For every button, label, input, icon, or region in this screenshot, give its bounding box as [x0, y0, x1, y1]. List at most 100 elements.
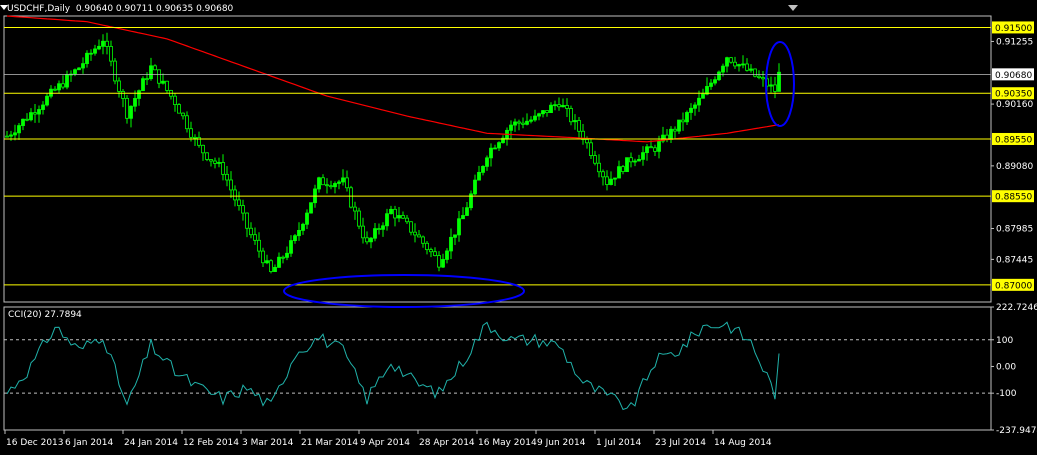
- candle-body: [85, 52, 89, 65]
- candle-body: [257, 239, 261, 252]
- candle-body: [509, 124, 513, 131]
- candle-body: [761, 77, 765, 80]
- candle-body: [321, 177, 325, 186]
- candle-body: [57, 83, 61, 91]
- candle-body: [93, 48, 97, 54]
- candle-body: [433, 251, 437, 256]
- cci-axis-label: -237.9474: [996, 426, 1037, 436]
- time-axis-label: 21 Mar 2014: [301, 438, 358, 448]
- candle-body: [401, 215, 405, 219]
- time-axis-label: 28 Apr 2014: [419, 438, 475, 448]
- candle-body: [233, 189, 237, 201]
- candle-body: [457, 218, 461, 236]
- candle-body: [237, 199, 241, 207]
- candle-body: [397, 215, 401, 219]
- main-chart-frame: [3, 15, 992, 303]
- candle-body: [149, 65, 153, 80]
- candle-body: [689, 107, 693, 113]
- time-axis-label: 1 Jul 2014: [596, 438, 641, 448]
- candle-body: [41, 104, 45, 110]
- candle-body: [345, 177, 349, 189]
- candle-body: [113, 60, 117, 82]
- candle-body: [365, 237, 369, 243]
- candle-body: [673, 128, 677, 132]
- candle-body: [681, 119, 685, 123]
- candle-body: [337, 181, 341, 184]
- candle-body: [209, 159, 213, 162]
- candle-body: [461, 215, 465, 220]
- candle-body: [421, 236, 425, 244]
- time-axis-label: 6 Jan 2014: [65, 438, 113, 448]
- candle-body: [357, 210, 361, 227]
- candle-body: [301, 223, 305, 231]
- candle-body: [13, 132, 17, 136]
- time-axis-label: 3 Mar 2014: [242, 438, 294, 448]
- candle-body: [529, 119, 533, 122]
- candle-body: [697, 97, 701, 106]
- price-axis-label: 0.87985: [996, 224, 1033, 234]
- candle-body: [717, 71, 721, 81]
- candle-body: [405, 217, 409, 223]
- candle-body: [545, 110, 549, 114]
- candle-body: [221, 162, 225, 175]
- candle-body: [441, 259, 445, 268]
- candle-body: [629, 157, 633, 163]
- candle-body: [413, 231, 417, 236]
- candle-body: [429, 249, 433, 253]
- candle-body: [605, 176, 609, 185]
- candle-body: [573, 120, 577, 123]
- candle-body: [733, 61, 737, 67]
- candle-body: [753, 68, 757, 77]
- candle-body: [361, 225, 365, 239]
- candle-body: [369, 237, 373, 243]
- candle-body: [769, 84, 773, 87]
- candle-body: [425, 242, 429, 251]
- candle-body: [53, 88, 57, 91]
- candle-body: [637, 158, 641, 162]
- candle-body: [137, 90, 141, 99]
- candle-body: [553, 104, 557, 107]
- cci-axis-label: 100: [996, 336, 1013, 346]
- candle-body: [109, 46, 113, 62]
- candle-body: [229, 179, 233, 191]
- candle-body: [21, 118, 25, 126]
- candle-body: [305, 212, 309, 225]
- candle-body: [453, 234, 457, 238]
- candle-body: [33, 112, 37, 115]
- candle-body: [165, 80, 169, 91]
- candle-body: [253, 234, 257, 241]
- candle-body: [513, 121, 517, 126]
- candle-body: [381, 225, 385, 230]
- level-price-label: 0.89550: [995, 135, 1032, 145]
- candle-body: [141, 78, 145, 92]
- candle-body: [353, 206, 357, 212]
- candle-body: [173, 95, 177, 105]
- candle-body: [693, 104, 697, 109]
- candle-body: [205, 152, 209, 160]
- candle-body: [593, 155, 597, 164]
- candle-body: [541, 110, 545, 115]
- price-axis-label: 0.89080: [996, 162, 1033, 172]
- candle-body: [649, 146, 653, 149]
- cci-line: [6, 321, 780, 411]
- candle-body: [773, 84, 777, 92]
- candle-body: [737, 64, 741, 67]
- candle-body: [5, 135, 9, 138]
- candle-body: [217, 162, 221, 164]
- price-axis-label: 0.91255: [996, 37, 1033, 47]
- price-chart[interactable]: 0.91500 0.90350 0.89550 0.88550 0.87000 0.906…: [0, 0, 1037, 455]
- level-price-label: 0.88550: [995, 193, 1032, 203]
- candle-body: [261, 250, 265, 264]
- candle-body: [713, 79, 717, 84]
- candle-body: [61, 83, 65, 88]
- candle-body: [609, 178, 613, 185]
- candle-body: [477, 171, 481, 181]
- candle-body: [653, 147, 657, 152]
- candle-body: [565, 105, 569, 109]
- candle-body: [525, 120, 529, 125]
- candle-body: [709, 82, 713, 87]
- candle-body: [121, 90, 125, 99]
- candle-body: [485, 157, 489, 167]
- candle-body: [741, 63, 745, 66]
- candle-body: [269, 260, 273, 272]
